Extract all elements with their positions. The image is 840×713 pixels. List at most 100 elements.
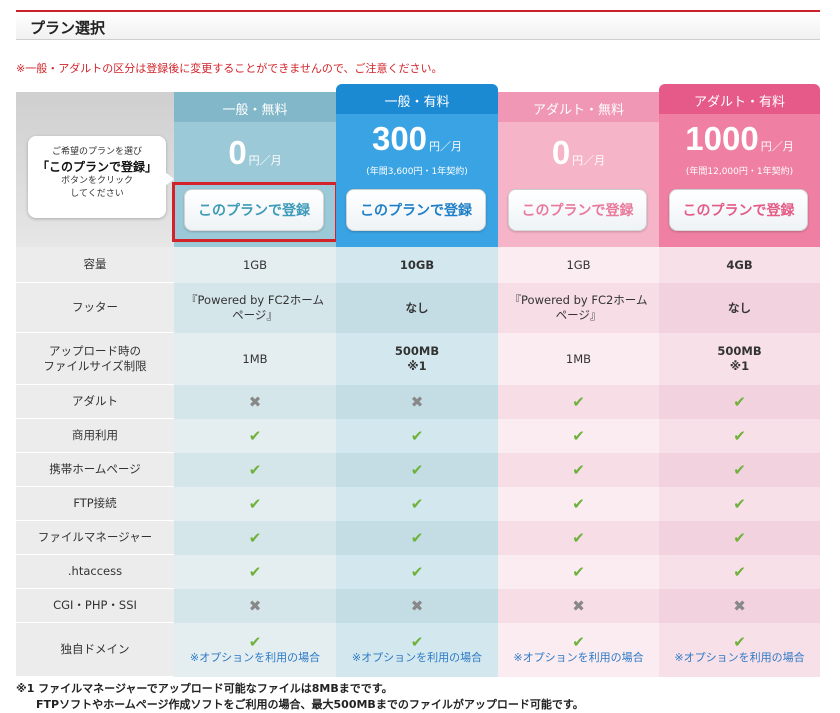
footnote: ※1 ファイルマネージャーでアップロード可能なファイルは8MBまでです。 FTP… [16,682,584,711]
feature-cell: ✔ [174,555,336,589]
row-label: フッター [16,283,174,333]
feature-cell: ✔ ※オプションを利用の場合 [174,623,336,677]
check-icon: ✔ [733,460,746,479]
check-icon: ✔ [410,562,424,581]
check-icon: ✔ [248,494,262,513]
selected-plan-highlight [172,182,338,242]
value-cell: 4GB [659,247,820,283]
feature-cell: ✔ [659,385,820,419]
check-icon: ✔ [733,494,746,513]
cross-icon: ✖ [410,596,424,615]
plan-contract-note: (年間12,000円・1年契約) [685,167,794,177]
value-cell: 1MB [174,333,336,385]
value-cell: 『Powered by FC2ホームページ』 [174,283,336,333]
feature-cell: ✔ [659,453,820,487]
row-label: 独自ドメイン [16,623,174,677]
feature-cell: ✔ [174,487,336,521]
cross-icon: ✖ [248,392,262,411]
register-plan-button-4[interactable]: このプランで登録 [669,189,808,231]
feature-cell: ✖ [659,589,820,623]
plan-header-3: アダルト・無料 0 円／月 このプランで登録 [498,92,659,247]
feature-cell: ✔ [498,385,659,419]
value-cell: 1GB [498,247,659,283]
feature-cell: ✔ [498,555,659,589]
option-note: ※オプションを利用の場合 [674,651,805,664]
check-icon: ✔ [248,562,262,581]
row-label: ファイルマネージャー [16,521,174,555]
feature-cell: ✖ [498,589,659,623]
check-icon: ✔ [572,562,585,581]
check-icon: ✔ [733,426,746,445]
feature-cell: ✔ [659,521,820,555]
feature-cell: ✖ [336,385,498,419]
check-icon: ✔ [410,494,424,513]
plan-name: 一般・有料 [384,95,450,110]
row-label: .htaccess [16,555,174,589]
page-title: プラン選択 [30,19,106,37]
feature-cell: ✔ [336,521,498,555]
plan-header-4: アダルト・有料 1000 円／月 (年間12,000円・1年契約) このプランで登録 [659,84,820,247]
cross-icon: ✖ [248,596,262,615]
feature-cell: ✔ [659,487,820,521]
plan-contract-note: (年間3,600円・1年契約) [366,167,468,177]
register-plan-button-3[interactable]: このプランで登録 [508,189,647,231]
section-heading: プラン選択 [16,10,820,40]
feature-cell: ✖ [336,589,498,623]
plan-price: 0 円／月 [551,134,606,171]
feature-cell: ✔ [336,555,498,589]
feature-cell: ✔ [174,419,336,453]
row-label: アダルト [16,385,174,419]
plan-price: 300 円／月 [371,120,463,157]
option-note: ※オプションを利用の場合 [189,651,321,664]
row-label: 容量 [16,247,174,283]
option-note: ※オプションを利用の場合 [513,651,644,664]
value-cell: 1MB [498,333,659,385]
check-icon: ✔ [572,392,585,411]
feature-cell: ✔ [498,419,659,453]
feature-cell: ✔ ※オプションを利用の場合 [336,623,498,677]
check-icon: ✔ [572,460,585,479]
guide-bubble: ご希望のプランを選び 「このプランで登録」 ボタンをクリック してください [28,136,174,218]
feature-cell: ✔ ※オプションを利用の場合 [498,623,659,677]
value-cell: 500MB ※1 [659,333,820,385]
plan-name: 一般・無料 [222,103,288,118]
option-note: ※オプションを利用の場合 [351,651,483,664]
row-label: アップロード時の ファイルサイズ制限 [16,333,174,385]
notice-text: ※一般・アダルトの区分は登録後に変更することができませんので、ご注意ください。 [16,62,443,75]
feature-cell: ✔ [174,521,336,555]
check-icon: ✔ [733,392,746,411]
guide-cell: ご希望のプランを選び 「このプランで登録」 ボタンをクリック してください [16,92,174,247]
value-cell: 10GB [336,247,498,283]
feature-cell: ✔ [174,453,336,487]
register-plan-button-2[interactable]: このプランで登録 [346,189,486,231]
plan-name: アダルト・有料 [693,95,785,110]
value-cell: 500MB ※1 [336,333,498,385]
check-icon: ✔ [248,528,262,547]
feature-cell: ✖ [174,385,336,419]
plan-header-2: 一般・有料 300 円／月 (年間3,600円・1年契約) このプランで登録 [336,84,498,247]
plan-price: 0 円／月 [228,134,282,171]
check-icon: ✔ [248,633,262,651]
feature-cell: ✔ [498,453,659,487]
plan-price: 1000 円／月 [685,120,794,157]
check-icon: ✔ [572,633,585,651]
feature-cell: ✔ ※オプションを利用の場合 [659,623,820,677]
value-cell: なし [659,283,820,333]
row-label: 携帯ホームページ [16,453,174,487]
cross-icon: ✖ [572,596,585,615]
feature-cell: ✔ [336,453,498,487]
feature-cell: ✔ [498,487,659,521]
feature-cell: ✖ [174,589,336,623]
value-cell: 『Powered by FC2ホームページ』 [498,283,659,333]
cross-icon: ✖ [410,392,424,411]
feature-cell: ✔ [659,555,820,589]
value-cell: 1GB [174,247,336,283]
check-icon: ✔ [733,562,746,581]
feature-cell: ✔ [336,419,498,453]
row-label: 商用利用 [16,419,174,453]
row-label: FTP接続 [16,487,174,521]
check-icon: ✔ [248,426,262,445]
check-icon: ✔ [733,633,746,651]
check-icon: ✔ [410,633,424,651]
value-cell: なし [336,283,498,333]
